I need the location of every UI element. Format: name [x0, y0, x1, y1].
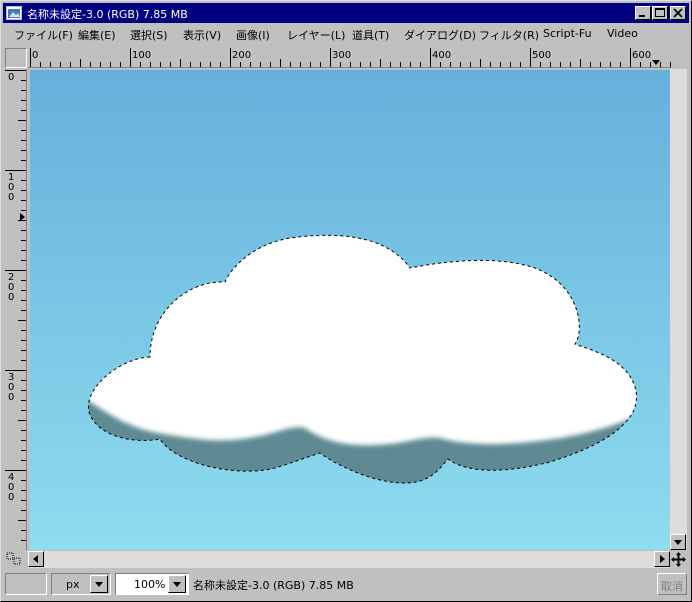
status-bar: px 100% 名称未設定-3.0 (RGB) 7.85 MB 取消 — [3, 569, 689, 599]
cancel-button[interactable]: 取消 — [657, 573, 687, 595]
vertical-scrollbar[interactable] — [670, 69, 687, 550]
scroll-right-button[interactable] — [654, 551, 670, 567]
vertical-ruler[interactable]: 0 100 200 300 400 — [5, 69, 27, 550]
pointer-coordinates — [5, 573, 47, 595]
arrow-left-icon — [33, 555, 38, 563]
unit-selector[interactable]: px — [51, 573, 111, 595]
zoom-value[interactable]: 100% — [134, 578, 165, 591]
menu-view[interactable]: 表示(V) — [183, 27, 221, 43]
navigate-icon — [671, 552, 686, 567]
close-button[interactable] — [670, 6, 686, 20]
horizontal-ruler[interactable]: 0 100 200 300 400 500 600 — [28, 48, 671, 68]
zoom-selector[interactable]: 100% — [115, 573, 189, 595]
ruler-corner[interactable] — [5, 48, 27, 68]
minimize-button[interactable] — [635, 6, 651, 20]
chevron-down-icon — [95, 582, 103, 587]
menu-file[interactable]: ファイル(F) — [14, 27, 73, 43]
arrow-right-icon — [660, 555, 665, 563]
quickmask-icon — [6, 552, 21, 565]
maximize-button[interactable] — [652, 6, 668, 20]
ruler-label-200: 200 — [8, 272, 14, 303]
close-icon — [673, 8, 683, 18]
ruler-label: 200 — [232, 50, 251, 61]
minimize-icon — [639, 15, 645, 17]
ruler-label: 0 — [32, 50, 38, 61]
ruler-label: 500 — [532, 50, 551, 61]
image-canvas[interactable] — [30, 70, 670, 550]
svg-text:0: 0 — [8, 192, 14, 203]
ruler-label-100: 100 — [8, 172, 14, 203]
ruler-position-marker — [652, 60, 660, 65]
menu-select[interactable]: 選択(S) — [130, 27, 168, 43]
image-window-icon — [6, 6, 22, 20]
window-title: 名称未設定-3.0 (RGB) 7.85 MB — [27, 8, 188, 21]
menu-filters[interactable]: フィルタ(R) — [479, 27, 539, 43]
menu-tools[interactable]: 道具(T) — [352, 27, 389, 43]
cloud-drawing — [87, 234, 637, 484]
menu-image[interactable]: 画像(I) — [236, 27, 270, 43]
scroll-down-button[interactable] — [670, 534, 686, 550]
maximize-icon — [655, 8, 665, 17]
image-window: 名称未設定-3.0 (RGB) 7.85 MB ファイル(F) 編集(E) 選択… — [0, 0, 692, 602]
unit-dropdown-button[interactable] — [90, 575, 108, 593]
ruler-label: 0 — [8, 72, 14, 83]
svg-text:0: 0 — [8, 292, 14, 303]
arrow-down-icon — [674, 540, 682, 545]
ruler-label: 100 — [132, 50, 151, 61]
ruler-label-400: 400 — [8, 472, 14, 503]
menu-edit[interactable]: 編集(E) — [78, 27, 116, 43]
status-info: 名称未設定-3.0 (RGB) 7.85 MB — [193, 579, 354, 592]
menu-script-fu[interactable]: Script-Fu — [543, 27, 592, 40]
navigate-button[interactable] — [670, 551, 687, 568]
svg-text:0: 0 — [8, 392, 14, 403]
svg-text:0: 0 — [8, 492, 14, 503]
quickmask-toggle[interactable] — [5, 551, 27, 568]
menu-layer[interactable]: レイヤー(L) — [287, 27, 345, 43]
chevron-down-icon — [173, 582, 181, 587]
horizontal-scrollbar[interactable] — [28, 551, 670, 568]
menu-bar: ファイル(F) 編集(E) 選択(S) 表示(V) 画像(I) レイヤー(L) … — [3, 24, 689, 44]
ruler-position-marker — [20, 213, 25, 221]
ruler-label: 600 — [632, 50, 651, 61]
ruler-label-300: 300 — [8, 372, 14, 403]
scroll-left-button[interactable] — [28, 551, 44, 567]
ruler-label: 400 — [432, 50, 451, 61]
title-bar[interactable]: 名称未設定-3.0 (RGB) 7.85 MB — [3, 3, 689, 23]
unit-value: px — [66, 578, 80, 591]
ruler-label: 300 — [332, 50, 351, 61]
menu-dialogs[interactable]: ダイアログ(D) — [404, 27, 476, 43]
zoom-dropdown-button[interactable] — [168, 575, 186, 593]
menu-video[interactable]: Video — [607, 27, 638, 40]
